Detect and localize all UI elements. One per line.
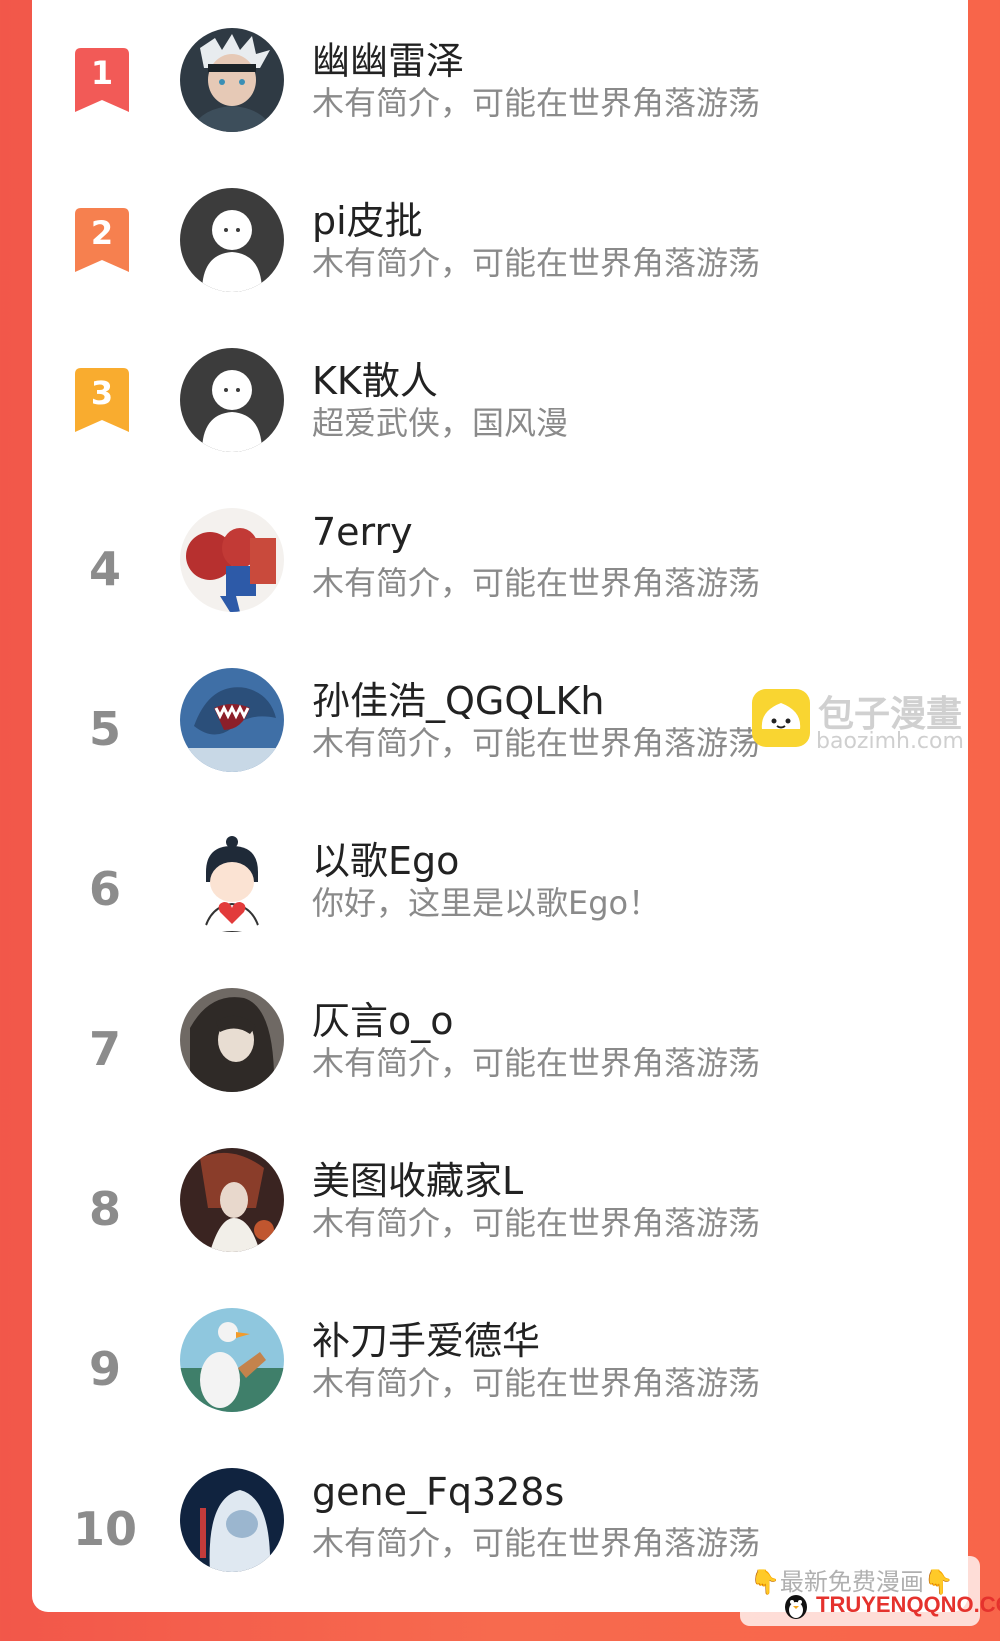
user-description: 木有简介，可能在世界角落游荡 — [312, 244, 761, 282]
username[interactable]: gene_Fq328s — [312, 1470, 564, 1514]
rank-number: 8 — [88, 1182, 121, 1236]
avatar[interactable] — [180, 668, 284, 772]
anime-boy-avatar-icon — [180, 28, 284, 132]
username[interactable]: 幽幽雷泽 — [312, 30, 464, 85]
user-description: 你好，这里是以歌Ego！ — [312, 884, 661, 922]
rank-1-badge-icon: 1 — [75, 48, 129, 112]
rank-number: 6 — [88, 862, 121, 916]
avatar[interactable] — [180, 1308, 284, 1412]
rank-3-badge-icon: 3 — [75, 368, 129, 432]
rank-number: 9 — [88, 1342, 121, 1396]
shark-avatar-icon — [180, 668, 284, 772]
user-description: 木有简介，可能在世界角落游荡 — [312, 1204, 761, 1242]
ranking-card: 1 幽幽雷泽 木有简介，可能在世界角落游荡 2 pi皮批 木有简介，可能在世界角… — [32, 0, 968, 1612]
ranking-row[interactable]: 8 美图收藏家L 木有简介，可能在世界角落游荡 — [32, 1140, 968, 1300]
rank-number: 5 — [88, 702, 121, 756]
dark-art-avatar-icon — [180, 1148, 284, 1252]
ranking-row[interactable]: 3 KK散人 超爱武侠，国风漫 — [32, 340, 968, 500]
default-avatar-icon — [180, 348, 284, 452]
username[interactable]: 补刀手爱德华 — [312, 1310, 540, 1365]
rank-number: 4 — [88, 542, 121, 596]
hazmat-avatar-icon — [180, 1468, 284, 1572]
user-description: 木有简介，可能在世界角落游荡 — [312, 564, 761, 602]
avatar[interactable] — [180, 988, 284, 1092]
avatar[interactable] — [180, 28, 284, 132]
watermark-url: baozimh.com — [816, 729, 964, 754]
user-description: 木有简介，可能在世界角落游荡 — [312, 1364, 761, 1402]
ranking-row[interactable]: 7 仄言o_o 木有简介，可能在世界角落游荡 — [32, 980, 968, 1140]
avatar[interactable] — [180, 508, 284, 612]
rank-number: 7 — [88, 1022, 121, 1076]
username[interactable]: 美图收藏家L — [312, 1150, 523, 1205]
user-description: 木有简介，可能在世界角落游荡 — [312, 1044, 761, 1082]
user-description: 木有简介，可能在世界角落游荡 — [312, 1524, 761, 1562]
baozi-logo-icon — [752, 689, 810, 747]
ranking-row[interactable]: 1 幽幽雷泽 木有简介，可能在世界角落游荡 — [32, 20, 968, 180]
penguin-icon — [785, 1595, 807, 1619]
username[interactable]: 孙佳浩_QGQLKh — [312, 670, 604, 725]
boy-heart-avatar-icon — [180, 828, 284, 932]
rank-number: 10 — [72, 1502, 137, 1556]
rank-number: 3 — [91, 374, 113, 412]
username[interactable]: 7erry — [312, 510, 413, 554]
spider-hero-avatar-icon — [180, 508, 284, 612]
goose-avatar-icon — [180, 1308, 284, 1412]
default-avatar-icon — [180, 188, 284, 292]
ranking-row[interactable]: 4 7erry 木有简介，可能在世界角落游荡 — [32, 500, 968, 660]
rank-number: 1 — [91, 54, 113, 92]
ranking-row[interactable]: 2 pi皮批 木有简介，可能在世界角落游荡 — [32, 180, 968, 340]
rank-2-badge-icon: 2 — [75, 208, 129, 272]
baozi-watermark: 包子漫畫 baozimh.com — [752, 685, 982, 755]
username[interactable]: KK散人 — [312, 350, 438, 405]
avatar[interactable] — [180, 348, 284, 452]
username[interactable]: pi皮批 — [312, 190, 423, 245]
avatar[interactable] — [180, 188, 284, 292]
anime-portrait-avatar-icon — [180, 988, 284, 1092]
ranking-row[interactable]: 9 补刀手爱德华 木有简介，可能在世界角落游荡 — [32, 1300, 968, 1460]
avatar[interactable] — [180, 1148, 284, 1252]
rank-number: 2 — [91, 214, 113, 252]
user-description: 木有简介，可能在世界角落游荡 — [312, 724, 761, 762]
user-description: 木有简介，可能在世界角落游荡 — [312, 84, 761, 122]
ranking-row[interactable]: 6 以歌Ego 你好，这里是以歌Ego！ — [32, 820, 968, 980]
user-description: 超爱武侠，国风漫 — [312, 404, 569, 442]
avatar[interactable] — [180, 828, 284, 932]
footer-watermark-bottom: TRUYENQQNO.COM — [816, 1592, 1000, 1617]
username[interactable]: 以歌Ego — [312, 830, 459, 885]
username[interactable]: 仄言o_o — [312, 990, 454, 1045]
avatar[interactable] — [180, 1468, 284, 1572]
footer-watermark: 👇最新免费漫画👇 TRUYENQQNO.COM — [740, 1556, 1000, 1626]
